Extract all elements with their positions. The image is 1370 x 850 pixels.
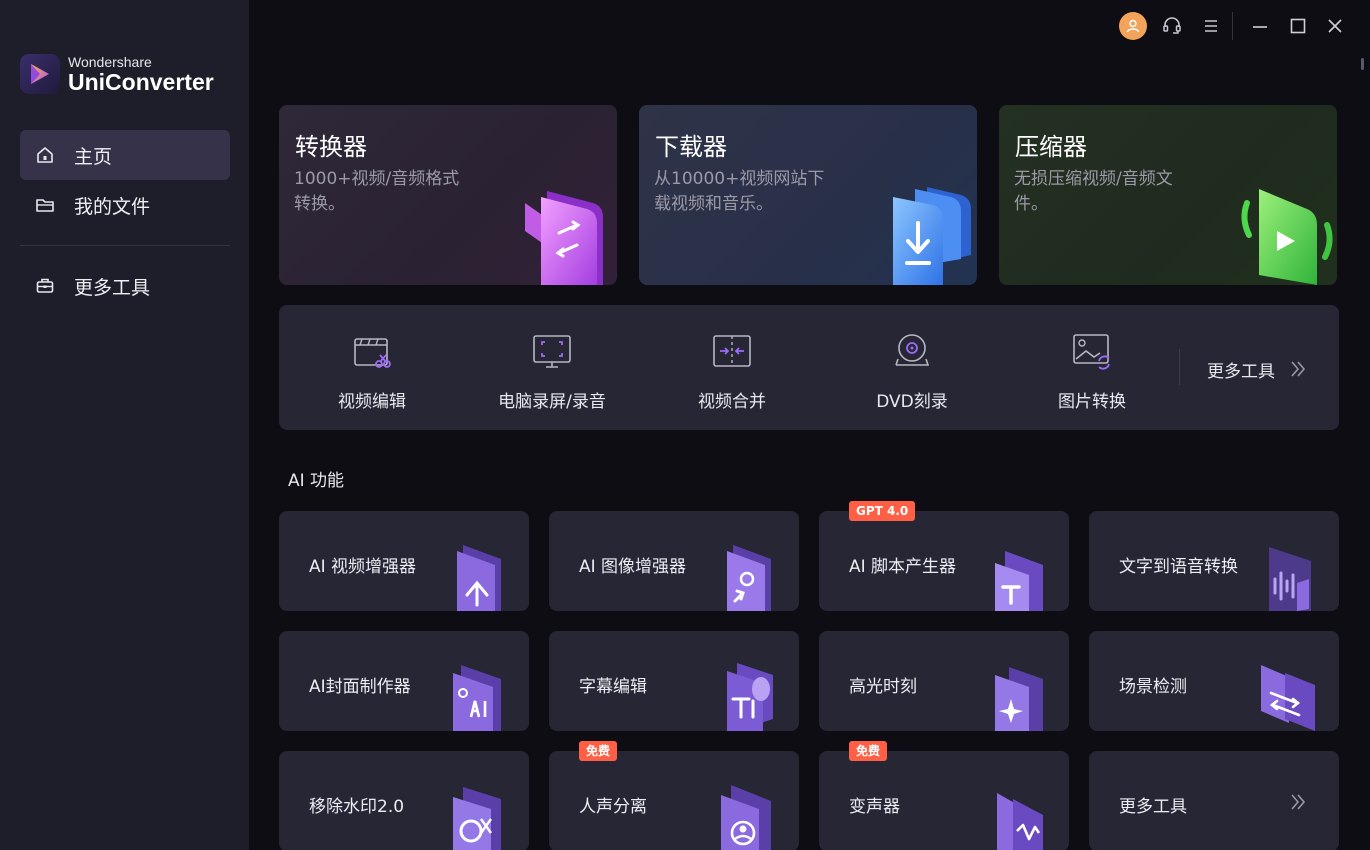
ai-card-scene-detection[interactable]: 场景检测	[1089, 631, 1339, 731]
ai-card-image-enhancer[interactable]: AI 图像增强器	[549, 511, 799, 611]
brand: Wondershare UniConverter	[20, 54, 214, 94]
ai-card-vocal-remover[interactable]: 免费 人声分离	[549, 741, 799, 850]
downloader-icon	[893, 187, 971, 285]
vocal-remover-icon	[721, 785, 771, 850]
ai-card-label: AI 脚本产生器	[849, 557, 957, 577]
downloader-card[interactable]: 下载器 从10000+视频网站下载视频和音乐。	[639, 105, 977, 285]
tool-label: 视频合并	[698, 392, 766, 412]
tool-label: 图片转换	[1058, 392, 1126, 412]
uniconverter-logo-icon	[20, 54, 60, 94]
tool-video-edit[interactable]: 视频编辑	[282, 305, 462, 430]
subtitle-editor-icon	[727, 663, 773, 731]
brand-product: UniConverter	[68, 69, 214, 95]
ai-card-label: AI 视频增强器	[309, 557, 417, 577]
titlebar-divider	[1232, 12, 1233, 40]
compressor-card[interactable]: 压缩器 无损压缩视频/音频文件。	[999, 105, 1337, 285]
ai-card-script-generator[interactable]: GPT 4.0 AI 脚本产生器	[819, 501, 1069, 611]
brand-company: Wondershare	[68, 54, 152, 70]
sidebar-item-label: 我的文件	[74, 195, 151, 218]
converter-card[interactable]: 转换器 1000+视频/音频格式转换。	[279, 105, 617, 285]
gpt-badge: GPT 4.0	[849, 501, 916, 521]
quick-tools-bar: 视频编辑 电脑录屏/录音 视频合并 DVD刻录 图片转换 更多工具	[279, 305, 1339, 430]
tool-dvd-burn[interactable]: DVD刻录	[822, 305, 1002, 430]
app-window: Wondershare UniConverter 主页 我的文件 更多工具 转换…	[0, 0, 1370, 850]
ai-card-watermark-remover[interactable]: 移除水印2.0	[279, 751, 529, 850]
sidebar-item-my-files[interactable]: 我的文件	[20, 180, 230, 230]
ai-section-title: AI 功能	[288, 471, 345, 491]
ai-card-label: 字幕编辑	[579, 677, 647, 697]
scene-detection-icon	[1261, 665, 1315, 731]
ai-card-subtitle-editor[interactable]: 字幕编辑	[549, 631, 799, 731]
card-title: 压缩器	[1015, 133, 1087, 161]
close-icon[interactable]	[1321, 12, 1349, 40]
free-badge: 免费	[579, 741, 618, 761]
more-tools-button[interactable]: 更多工具	[1207, 349, 1327, 389]
home-icon	[34, 144, 56, 166]
more-tools-label: 更多工具	[1207, 361, 1275, 382]
tool-label: 视频编辑	[338, 392, 406, 412]
tools-divider	[1179, 349, 1180, 385]
tool-merge[interactable]: 视频合并	[642, 305, 822, 430]
ai-card-label: AI 图像增强器	[579, 557, 687, 577]
image-enhancer-icon	[727, 545, 771, 611]
card-title: 下载器	[655, 133, 727, 161]
merge-icon	[713, 335, 751, 367]
sidebar: Wondershare UniConverter 主页 我的文件 更多工具	[0, 0, 249, 850]
ai-card-voice-changer[interactable]: 免费 变声器	[819, 741, 1069, 850]
minimize-icon[interactable]	[1246, 12, 1274, 40]
card-title: 转换器	[295, 133, 367, 161]
tool-screen-record[interactable]: 电脑录屏/录音	[462, 305, 642, 430]
highlights-icon	[995, 667, 1043, 731]
menu-icon[interactable]	[1197, 12, 1225, 40]
sidebar-item-home[interactable]: 主页	[20, 130, 230, 180]
ai-card-label: 场景检测	[1119, 677, 1187, 697]
ai-card-label: 人声分离	[579, 797, 647, 817]
maximize-icon[interactable]	[1284, 12, 1312, 40]
voice-changer-icon	[997, 793, 1043, 850]
ai-card-label: 移除水印2.0	[309, 797, 405, 817]
ai-card-label: 更多工具	[1119, 797, 1187, 817]
card-description: 从10000+视频网站下载视频和音乐。	[654, 169, 825, 214]
double-chevron-right-icon	[1291, 794, 1306, 810]
ai-card-highlights[interactable]: 高光时刻	[819, 631, 1069, 731]
ai-card-cover-maker[interactable]: AI封面制作器	[279, 631, 529, 731]
converter-icon	[525, 191, 603, 285]
tool-image-convert[interactable]: 图片转换	[1002, 305, 1182, 430]
tool-label: 电脑录屏/录音	[498, 392, 606, 412]
watermark-remover-icon	[453, 787, 501, 850]
ai-card-label: 变声器	[849, 797, 900, 817]
image-convert-icon	[1073, 334, 1110, 370]
sidebar-item-label: 更多工具	[74, 276, 151, 299]
user-avatar-icon[interactable]	[1119, 12, 1147, 40]
double-chevron-right-icon	[1291, 361, 1306, 377]
toolbox-icon	[34, 275, 56, 297]
folder-icon	[34, 194, 56, 216]
screen-record-icon	[533, 335, 571, 368]
video-enhancer-icon	[457, 545, 501, 611]
ai-card-label: AI封面制作器	[309, 677, 411, 697]
ai-card-label: 文字到语音转换	[1119, 557, 1238, 577]
sidebar-item-label: 主页	[74, 145, 113, 168]
script-generator-icon	[995, 551, 1043, 611]
ai-card-video-enhancer[interactable]: AI 视频增强器	[279, 511, 529, 611]
compressor-icon	[1241, 189, 1333, 285]
ai-card-text-to-speech[interactable]: 文字到语音转换	[1089, 511, 1339, 611]
text-to-speech-icon	[1269, 547, 1311, 611]
free-badge: 免费	[849, 741, 888, 761]
ai-card-more-tools[interactable]: 更多工具	[1089, 751, 1339, 850]
dvd-icon	[895, 334, 930, 366]
card-description: 1000+视频/音频格式转换。	[294, 169, 460, 214]
cover-maker-icon	[453, 665, 501, 731]
headset-icon[interactable]	[1158, 12, 1186, 40]
sidebar-divider	[20, 245, 230, 246]
scrollbar[interactable]	[1361, 58, 1364, 70]
tool-label: DVD刻录	[876, 392, 948, 412]
ai-card-label: 高光时刻	[849, 677, 917, 697]
video-edit-icon	[354, 338, 391, 368]
sidebar-item-more-tools[interactable]: 更多工具	[20, 261, 230, 311]
card-description: 无损压缩视频/音频文件。	[1014, 169, 1173, 214]
